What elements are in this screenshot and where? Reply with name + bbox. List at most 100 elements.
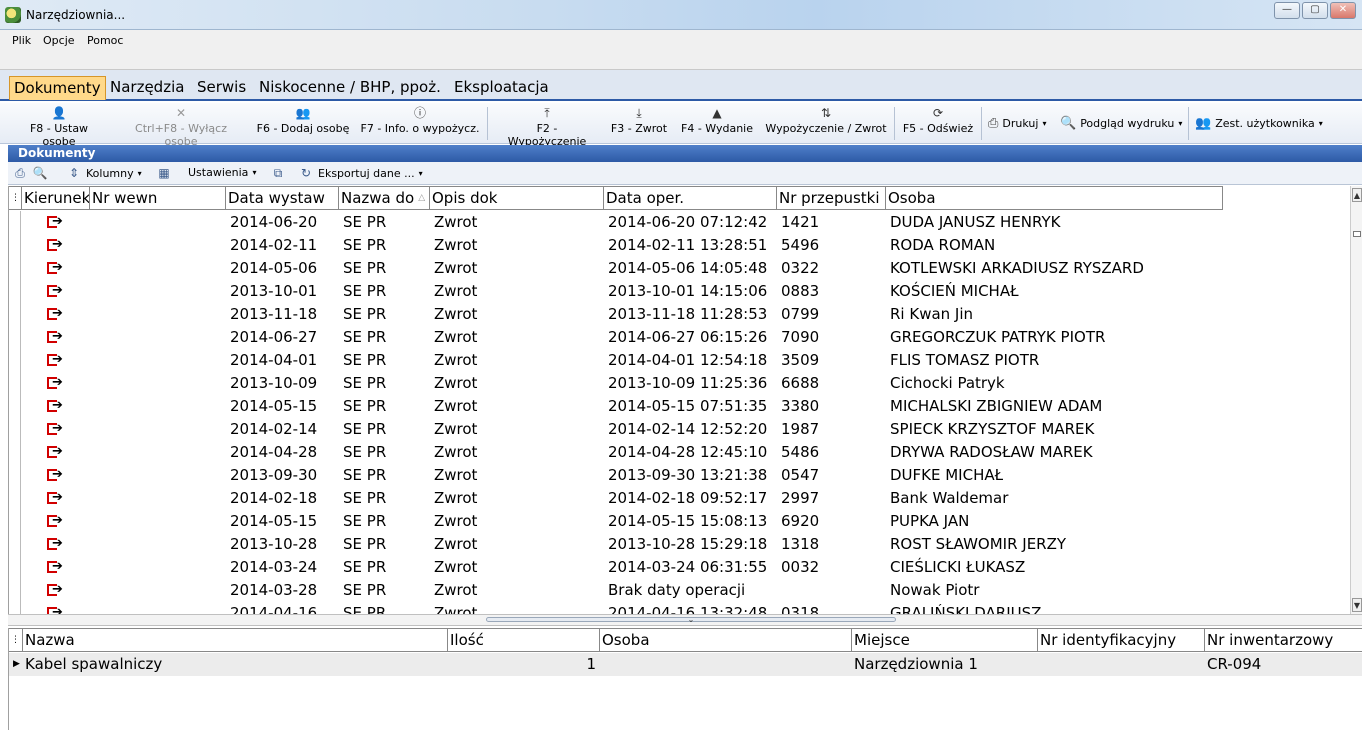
row-indicator[interactable] [9, 372, 21, 395]
loan-return-label: Wypożyczenie / Zwrot [765, 122, 887, 135]
table-row[interactable]: ➔ 2014-03-28 SE PR Zwrot Brak daty operacji N… [9, 579, 1350, 602]
print-preview-button[interactable]: 🔍 Podgląd wydruku ▾ [1060, 116, 1182, 131]
table-row[interactable]: ➔ 2014-02-11 SE PR Zwrot 2014-02-11 13:28:51… [9, 234, 1350, 257]
cell-opis-dok: Zwrot [434, 535, 478, 553]
col-data-oper[interactable]: Data oper. [604, 187, 777, 210]
table-row[interactable]: ➔ 2014-04-01 SE PR Zwrot 2014-04-01 12:54:18… [9, 349, 1350, 372]
loan-info-button[interactable]: ⓘ F7 - Info. o wypożycz. [360, 105, 480, 142]
refresh-button[interactable]: ⟳ F5 - Odśwież [902, 105, 974, 142]
items-grid[interactable]: ⋮ Nazwa Ilość△ Osoba Miejsce Nr identyfi… [8, 628, 1362, 730]
menu-opcje[interactable]: Opcje [43, 34, 75, 47]
row-indicator[interactable] [9, 280, 21, 303]
settings-button[interactable]: Ustawienia ▾ [188, 166, 256, 179]
row-indicator[interactable] [9, 395, 21, 418]
row-indicator[interactable] [9, 349, 21, 372]
row-indicator[interactable] [9, 487, 21, 510]
documents-grid[interactable]: ⋮ Kierunek Nr wewn Data wystaw Nazwa do △… [8, 186, 1350, 614]
col-osoba[interactable]: Osoba [886, 187, 1223, 210]
print-button[interactable]: ⎙ Drukuj ▾ [988, 116, 1046, 131]
user-set-button[interactable]: 👥 Zest. użytkownika ▾ [1195, 116, 1323, 131]
col-data-wystaw[interactable]: Data wystaw [226, 187, 339, 210]
copy-button[interactable]: ⧉ [270, 166, 286, 180]
scroll-down-icon[interactable]: ▼ [1352, 598, 1362, 612]
table-row[interactable]: ➔ 2014-02-18 SE PR Zwrot 2014-02-18 09:52:17… [9, 487, 1350, 510]
col-miejsce[interactable]: Miejsce [852, 629, 1038, 652]
columns-button[interactable]: ⇕ Kolumny ▾ [66, 166, 142, 180]
issue-button[interactable]: ▲ F4 - Wydanie [680, 105, 754, 142]
row-indicator[interactable] [9, 464, 21, 487]
row-indicator[interactable] [9, 257, 21, 280]
table-row[interactable]: ➔ 2014-03-24 SE PR Zwrot 2014-03-24 06:31:55… [9, 556, 1350, 579]
row-selector-header[interactable]: ⋮ [9, 629, 23, 652]
maximize-button[interactable]: ▢ [1302, 2, 1328, 19]
col-kierunek[interactable]: Kierunek [22, 187, 90, 210]
panel-splitter[interactable]: ⌄ [8, 614, 1362, 626]
row-indicator[interactable] [9, 326, 21, 349]
col-nazwa-do[interactable]: Nazwa do △ [339, 187, 430, 210]
col-nr-przepustki[interactable]: Nr przepustki [777, 187, 886, 210]
col-ilosc[interactable]: Ilość△ [448, 629, 600, 652]
scroll-up-icon[interactable]: ▲ [1352, 188, 1362, 202]
table-row[interactable]: ➔ 2014-04-28 SE PR Zwrot 2014-04-28 12:45:10… [9, 441, 1350, 464]
col-nazwa[interactable]: Nazwa [23, 629, 448, 652]
row-selector-header[interactable]: ⋮ [9, 187, 22, 210]
dropdown-arrow-icon: ▾ [1318, 119, 1323, 128]
row-indicator[interactable] [9, 533, 21, 556]
table-row[interactable]: ➔ 2013-10-09 SE PR Zwrot 2013-10-09 11:25:36… [9, 372, 1350, 395]
loan-return-button[interactable]: ⇅ Wypożyczenie / Zwrot [765, 105, 887, 142]
add-person-button[interactable]: 👥 F6 - Dodaj osobę [256, 105, 350, 142]
minimize-button[interactable]: — [1274, 2, 1300, 19]
unset-person-button[interactable]: ✕ Ctrl+F8 - Wyłącz osobę [118, 105, 244, 148]
table-row[interactable]: ➔ 2014-02-14 SE PR Zwrot 2014-02-14 12:52:20… [9, 418, 1350, 441]
set-person-button[interactable]: 👤 F8 - Ustaw osobę [12, 105, 106, 148]
row-indicator[interactable] [9, 418, 21, 441]
magnifier-icon: 🔍 [32, 166, 48, 180]
tab-dokumenty[interactable]: Dokumenty [9, 76, 106, 100]
menu-pomoc[interactable]: Pomoc [87, 34, 123, 47]
tab-niskocenne[interactable]: Niskocenne / BHP, ppoż. [255, 76, 445, 100]
cell-nr-wewn [92, 303, 228, 326]
tab-serwis[interactable]: Serwis [193, 76, 250, 100]
table-row[interactable]: ➔ 2013-09-30 SE PR Zwrot 2013-09-30 13:21:38… [9, 464, 1350, 487]
col-opis-dok[interactable]: Opis dok [430, 187, 604, 210]
export-button[interactable]: ↻ Eksportuj dane ... ▾ [298, 166, 423, 180]
table-row[interactable]: ➔ 2014-06-20 SE PR Zwrot 2014-06-20 07:12:42… [9, 211, 1350, 234]
splitter-grip-icon[interactable]: ⌄ [486, 616, 896, 624]
menu-plik[interactable]: Plik [12, 34, 31, 47]
col-nr-inwentarzowy[interactable]: Nr inwentarzowy [1205, 629, 1362, 652]
table-row[interactable]: ➔ 2014-05-15 SE PR Zwrot 2014-05-15 15:08:13… [9, 510, 1350, 533]
tab-narzedzia[interactable]: Narzędzia [106, 76, 188, 100]
find-button[interactable]: 🔍 [32, 166, 48, 180]
row-indicator[interactable] [9, 510, 21, 533]
col-nr-wewn[interactable]: Nr wewn [90, 187, 226, 210]
row-indicator[interactable] [9, 579, 21, 602]
table-row[interactable]: ➔ 2013-11-18 SE PR Zwrot 2013-11-18 11:28:53… [9, 303, 1350, 326]
cell-nazwa-do: SE PR [343, 443, 387, 461]
documents-scrollbar[interactable]: ▲ ▼ [1350, 186, 1362, 614]
calendar-icon: ▦ [158, 166, 170, 180]
row-indicator[interactable] [9, 556, 21, 579]
col-nr-identyfikacyjny[interactable]: Nr identyfikacyjny [1038, 629, 1205, 652]
row-indicator[interactable] [9, 303, 21, 326]
row-indicator[interactable] [9, 211, 21, 234]
table-row[interactable]: ➔ 2013-10-01 SE PR Zwrot 2013-10-01 14:15:06… [9, 280, 1350, 303]
table-row[interactable]: ➔ 2014-05-06 SE PR Zwrot 2014-05-06 14:05:48… [9, 257, 1350, 280]
close-button[interactable]: ✕ [1330, 2, 1356, 19]
scrollbar-thumb[interactable] [1353, 231, 1361, 237]
table-row[interactable]: ➔ 2014-04-16 SE PR Zwrot 2014-04-16 13:32:48… [9, 602, 1350, 614]
calendar-button[interactable]: ▦ [156, 166, 172, 180]
tab-eksploatacja[interactable]: Eksploatacja [450, 76, 553, 100]
loan-button[interactable]: ⤒ F2 - Wypożyczenie [496, 105, 598, 148]
return-button[interactable]: ⤓ F3 - Zwrot [610, 105, 668, 142]
table-row[interactable]: ➔ 2013-10-28 SE PR Zwrot 2013-10-28 15:29:18… [9, 533, 1350, 556]
table-row[interactable]: ➔ 2014-05-15 SE PR Zwrot 2014-05-15 07:51:35… [9, 395, 1350, 418]
table-row[interactable]: ▶ Kabel spawalniczy 1 Narzędziownia 1 CR-094 [9, 653, 1362, 676]
row-indicator[interactable] [9, 441, 21, 464]
cell-osoba: PUPKA JAN [890, 512, 970, 530]
print-grid-button[interactable]: ⎙ [12, 166, 28, 180]
row-indicator[interactable] [9, 602, 21, 614]
return-in-icon: ➔ [47, 306, 63, 321]
col-osoba-item[interactable]: Osoba [600, 629, 852, 652]
table-row[interactable]: ➔ 2014-06-27 SE PR Zwrot 2014-06-27 06:15:26… [9, 326, 1350, 349]
row-indicator[interactable] [9, 234, 21, 257]
